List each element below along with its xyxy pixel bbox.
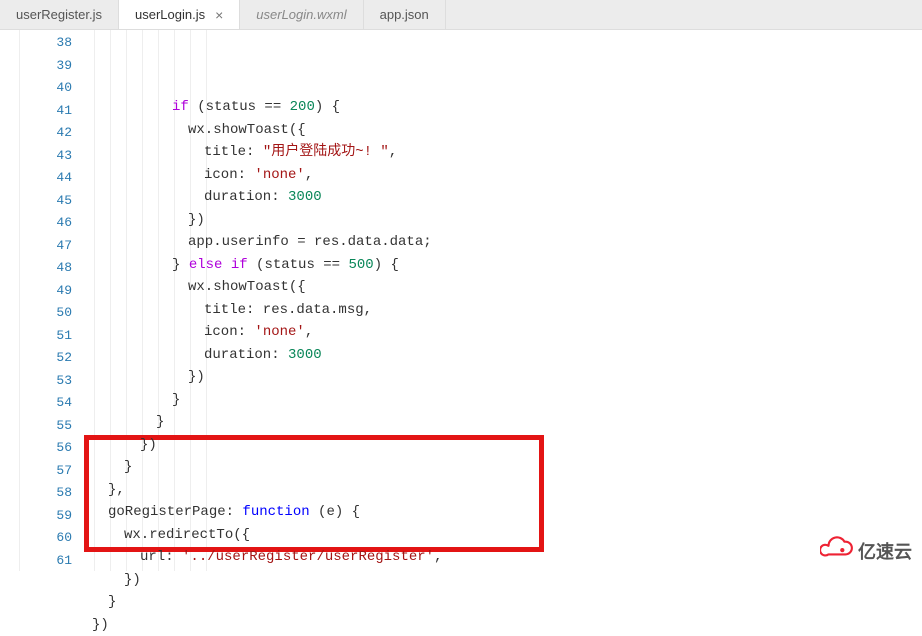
tab-userregister[interactable]: userRegister.js — [0, 0, 119, 29]
code-line[interactable]: wx.showToast({ — [82, 276, 922, 299]
code-line[interactable]: icon: 'none', — [82, 321, 922, 344]
margin — [0, 30, 20, 571]
line-number: 61 — [20, 550, 72, 573]
code-line[interactable]: title: res.data.msg, — [82, 299, 922, 322]
code-line[interactable]: wx.showToast({ — [82, 119, 922, 142]
line-number: 40 — [20, 77, 72, 100]
tab-userlogin[interactable]: userLogin.js × — [119, 0, 240, 29]
editor: 3839404142434445464748495051525354555657… — [0, 30, 922, 571]
line-number: 58 — [20, 482, 72, 505]
code-line[interactable]: }) — [82, 366, 922, 389]
code-line[interactable]: if (status == 200) { — [82, 96, 922, 119]
line-number: 59 — [20, 505, 72, 528]
line-number: 42 — [20, 122, 72, 145]
tab-bar: userRegister.js userLogin.js × userLogin… — [0, 0, 922, 30]
line-number: 46 — [20, 212, 72, 235]
code-line[interactable]: } — [82, 591, 922, 614]
code-line[interactable]: app.userinfo = res.data.data; — [82, 231, 922, 254]
code-line[interactable]: } — [82, 389, 922, 412]
tab-userlogin-wxml[interactable]: userLogin.wxml — [240, 0, 363, 29]
logo-text: 亿速云 — [858, 538, 912, 564]
tab-appjson[interactable]: app.json — [364, 0, 446, 29]
code-line[interactable]: icon: 'none', — [82, 164, 922, 187]
tab-label: userLogin.js — [135, 7, 205, 22]
line-number: 51 — [20, 325, 72, 348]
line-number-gutter: 3839404142434445464748495051525354555657… — [20, 30, 82, 571]
line-number: 39 — [20, 55, 72, 78]
code-line[interactable]: } else if (status == 500) { — [82, 254, 922, 277]
line-number: 56 — [20, 437, 72, 460]
code-line[interactable]: duration: 3000 — [82, 186, 922, 209]
line-number: 54 — [20, 392, 72, 415]
line-number: 44 — [20, 167, 72, 190]
code-line[interactable]: goRegisterPage: function (e) { — [82, 501, 922, 524]
code-line[interactable]: wx.redirectTo({ — [82, 524, 922, 547]
tab-label: userLogin.wxml — [256, 7, 346, 22]
line-number: 49 — [20, 280, 72, 303]
logo: 亿速云 — [820, 536, 912, 565]
line-number: 38 — [20, 32, 72, 55]
code-line[interactable]: duration: 3000 — [82, 344, 922, 367]
code-line[interactable]: }, — [82, 479, 922, 502]
line-number: 57 — [20, 460, 72, 483]
line-number: 41 — [20, 100, 72, 123]
line-number: 53 — [20, 370, 72, 393]
code-line[interactable]: title: "用户登陆成功~! ", — [82, 141, 922, 164]
code-line[interactable]: }) — [82, 209, 922, 232]
line-number: 43 — [20, 145, 72, 168]
line-number: 60 — [20, 527, 72, 550]
tab-label: app.json — [380, 7, 429, 22]
line-number: 48 — [20, 257, 72, 280]
code-line[interactable]: }) — [82, 434, 922, 457]
line-number: 45 — [20, 190, 72, 213]
code-line[interactable]: } — [82, 411, 922, 434]
close-icon[interactable]: × — [215, 8, 223, 22]
code-line[interactable]: url: '../userRegister/userRegister', — [82, 546, 922, 569]
tab-label: userRegister.js — [16, 7, 102, 22]
code-area[interactable]: if (status == 200) {wx.showToast({title:… — [82, 30, 922, 571]
line-number: 50 — [20, 302, 72, 325]
line-number: 47 — [20, 235, 72, 258]
code-line[interactable]: }) — [82, 569, 922, 592]
line-number: 55 — [20, 415, 72, 438]
line-number: 52 — [20, 347, 72, 370]
cloud-icon — [820, 536, 854, 565]
code-line[interactable]: }) — [82, 614, 922, 636]
code-line[interactable]: } — [82, 456, 922, 479]
